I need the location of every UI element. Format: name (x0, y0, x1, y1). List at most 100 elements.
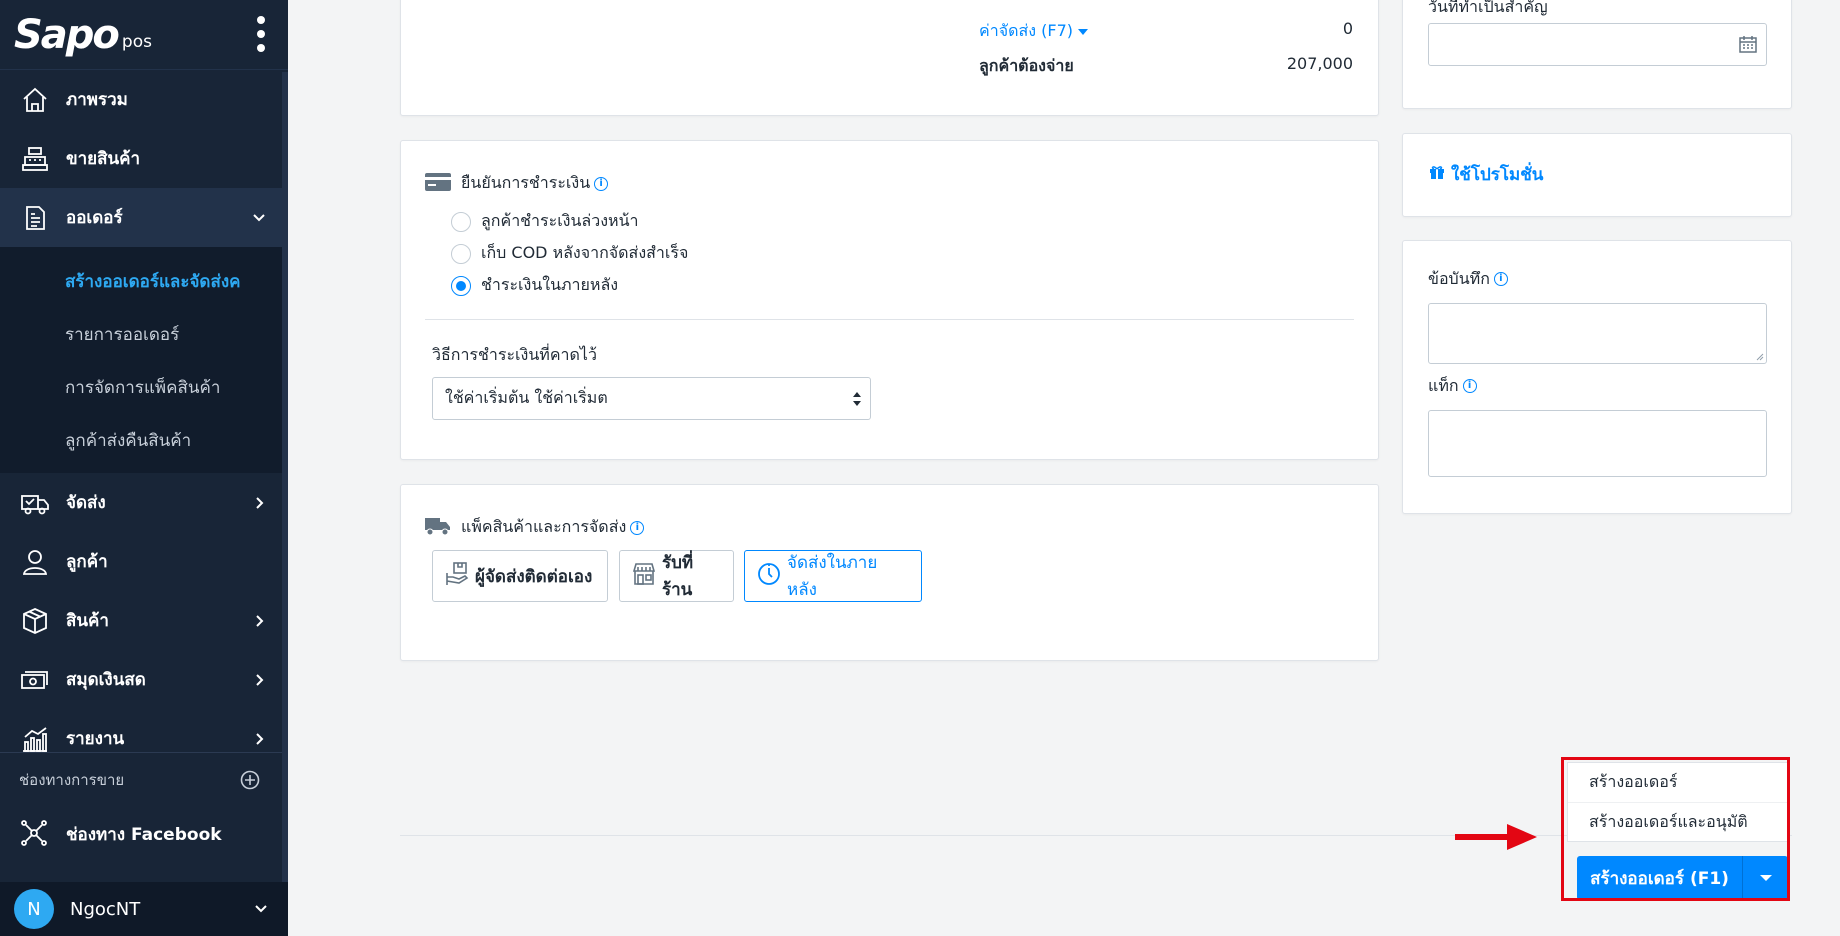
date-input[interactable] (1428, 23, 1767, 66)
customer-pays-row: ลูกค้าต้องจ่าย 207,000 (979, 54, 1353, 79)
user-icon (20, 547, 50, 577)
sidebar-item-cashbook[interactable]: สมุดเงินสด (0, 650, 288, 709)
payment-option-pay-later[interactable]: ชำระเงินในภายหลัง (451, 273, 618, 298)
payment-option-prepaid[interactable]: ลูกค้าชำระเงินล่วงหน้า (451, 209, 639, 234)
notes-textarea[interactable] (1428, 303, 1767, 364)
sidebar-item-label: ช่องทาง Facebook (66, 824, 222, 845)
sales-channels: ช่องทางการขาย ช่องทาง Facebook (0, 752, 282, 861)
report-chart-icon (20, 724, 50, 754)
sidebar: Sapo pos ภาพรวม ขายสินค้า ออเดอร์ สร้างอ… (0, 0, 288, 936)
submenu-create-order[interactable]: สร้างออเดอร์และจัดส่งค (0, 255, 288, 308)
clock-icon (757, 562, 781, 591)
resize-handle-icon[interactable] (1754, 351, 1764, 361)
sidebar-item-orders[interactable]: ออเดอร์ (0, 188, 288, 247)
caret-down-icon (1078, 29, 1089, 35)
chevron-right-icon (256, 732, 264, 745)
calendar-icon[interactable] (1738, 34, 1758, 54)
sidebar-item-label: รายงาน (66, 729, 125, 749)
orders-submenu: สร้างออเดอร์และจัดส่งค รายการออเดอร์ การ… (0, 247, 288, 473)
shipping-title-label: แพ็คสินค้าและการจัดส่ง (461, 517, 627, 536)
radio-button[interactable] (451, 243, 471, 264)
shipping-fee-link[interactable]: ค่าจัดส่ง (F7) (979, 19, 1089, 44)
home-icon (20, 85, 50, 115)
chevron-right-icon (256, 614, 264, 627)
submenu-returns[interactable]: ลูกค้าส่งคืนสินค้า (0, 414, 288, 467)
store-pickup-button[interactable]: รับที่ร้าน (619, 550, 734, 602)
more-menu-icon[interactable] (256, 16, 266, 52)
notes-card: ข้อบันทึก i แท็ก i (1402, 240, 1792, 514)
sidebar-item-sell[interactable]: ขายสินค้า (0, 129, 288, 188)
info-icon[interactable]: i (594, 176, 609, 191)
sidebar-item-products[interactable]: สินค้า (0, 591, 288, 650)
user-name: NgocNT (70, 898, 141, 920)
shipping-card: แพ็คสินค้าและการจัดส่ง i ผู้จัดส่งติดต่อ… (400, 484, 1379, 661)
channels-heading-label: ช่องทางการขาย (19, 771, 125, 789)
notes-label-text: ข้อบันทึก (1428, 269, 1490, 288)
summary-row-partial (979, 0, 1353, 1)
sapo-logo[interactable]: Sapo (14, 12, 120, 58)
ship-option-label: ผู้จัดส่งติดต่อเอง (475, 566, 593, 587)
promotion-label: ใช้โปรโมชั่น (1451, 165, 1544, 185)
avatar: N (14, 889, 54, 929)
payment-option-label: เก็บ COD หลังจากจัดส่งสำเร็จ (481, 243, 689, 262)
sidebar-item-shipping[interactable]: จัดส่ง (0, 473, 288, 532)
network-icon (20, 819, 50, 849)
payment-method-value: ใช้ค่าเริ่มต้น ใช้ค่าเริ่มต (445, 388, 608, 407)
delivery-truck-icon (20, 488, 50, 518)
add-channel-icon[interactable] (240, 770, 260, 790)
promotion-card: ใช้โปรโมชั่น (1402, 133, 1792, 217)
shipping-title: แพ็คสินค้าและการจัดส่ง i (425, 515, 645, 540)
customer-pays-value: 207,000 (1286, 54, 1353, 73)
box-icon (20, 606, 50, 636)
sidebar-item-label: ภาพรวม (66, 90, 128, 110)
deliver-later-button[interactable]: จัดส่งในภายหลัง (744, 550, 922, 602)
hand-package-icon (445, 561, 469, 592)
date-label: วันที่ทำเป็นสำคัญ (1428, 0, 1548, 16)
tags-input[interactable] (1428, 410, 1767, 477)
credit-card-icon (425, 172, 451, 195)
tags-label: แท็ก i (1428, 374, 1477, 399)
customer-pays-label: ลูกค้าต้องจ่าย (979, 56, 1074, 75)
store-icon (632, 562, 656, 591)
user-menu[interactable]: N NgocNT (0, 882, 288, 936)
highlight-box-annotation (1561, 757, 1790, 901)
payment-card: ยืนยันการชำระเงิน i ลูกค้าชำระเงินล่วงหน… (400, 140, 1379, 460)
tags-label-text: แท็ก (1428, 376, 1459, 395)
shipping-fee-value: 0 (1342, 19, 1353, 38)
payment-method-select[interactable]: ใช้ค่าเริ่มต้น ใช้ค่าเริ่มต (432, 377, 871, 420)
shipping-fee-label: ค่าจัดส่ง (F7) (979, 21, 1073, 40)
sidebar-item-overview[interactable]: ภาพรวม (0, 70, 288, 129)
apply-promotion-link[interactable]: ใช้โปรโมชั่น (1429, 161, 1543, 188)
payment-option-label: ชำระเงินในภายหลัง (481, 275, 619, 294)
self-delivery-button[interactable]: ผู้จัดส่งติดต่อเอง (432, 550, 608, 602)
divider (425, 319, 1354, 320)
cash-book-icon (20, 665, 50, 695)
info-icon[interactable]: i (630, 520, 645, 535)
info-icon[interactable]: i (1462, 379, 1477, 393)
payment-option-label: ลูกค้าชำระเงินล่วงหน้า (481, 211, 639, 230)
shipping-fee-row: ค่าจัดส่ง (F7) 0 (979, 19, 1353, 44)
chevron-right-icon (256, 496, 264, 509)
pos-logo-suffix: pos (121, 31, 152, 52)
date-card: วันที่ทำเป็นสำคัญ (1402, 0, 1792, 109)
sidebar-item-facebook[interactable]: ช่องทาง Facebook (0, 807, 282, 861)
sidebar-item-label: ออเดอร์ (66, 208, 123, 228)
sidebar-item-label: สมุดเงินสด (66, 670, 146, 690)
radio-button-checked[interactable] (451, 275, 471, 296)
submenu-packing[interactable]: การจัดการแพ็คสินค้า (0, 361, 288, 414)
red-arrow-annotation (1455, 824, 1537, 850)
sidebar-item-label: สินค้า (66, 611, 109, 631)
sidebar-item-label: ลูกค้า (66, 552, 108, 572)
order-summary-card: ค่าจัดส่ง (F7) 0 ลูกค้าต้องจ่าย 207,000 (400, 0, 1379, 116)
radio-button[interactable] (451, 211, 471, 232)
chevron-down-icon (255, 905, 267, 913)
truck-icon (425, 516, 451, 540)
sidebar-scrollbar[interactable] (282, 72, 288, 882)
sidebar-item-customers[interactable]: ลูกค้า (0, 532, 288, 591)
notes-label: ข้อบันทึก i (1428, 267, 1508, 292)
info-icon[interactable]: i (1493, 272, 1508, 286)
payment-option-cod[interactable]: เก็บ COD หลังจากจัดส่งสำเร็จ (451, 241, 688, 266)
select-arrows-icon (853, 392, 861, 406)
submenu-order-list[interactable]: รายการออเดอร์ (0, 308, 288, 361)
order-document-icon (20, 203, 50, 233)
